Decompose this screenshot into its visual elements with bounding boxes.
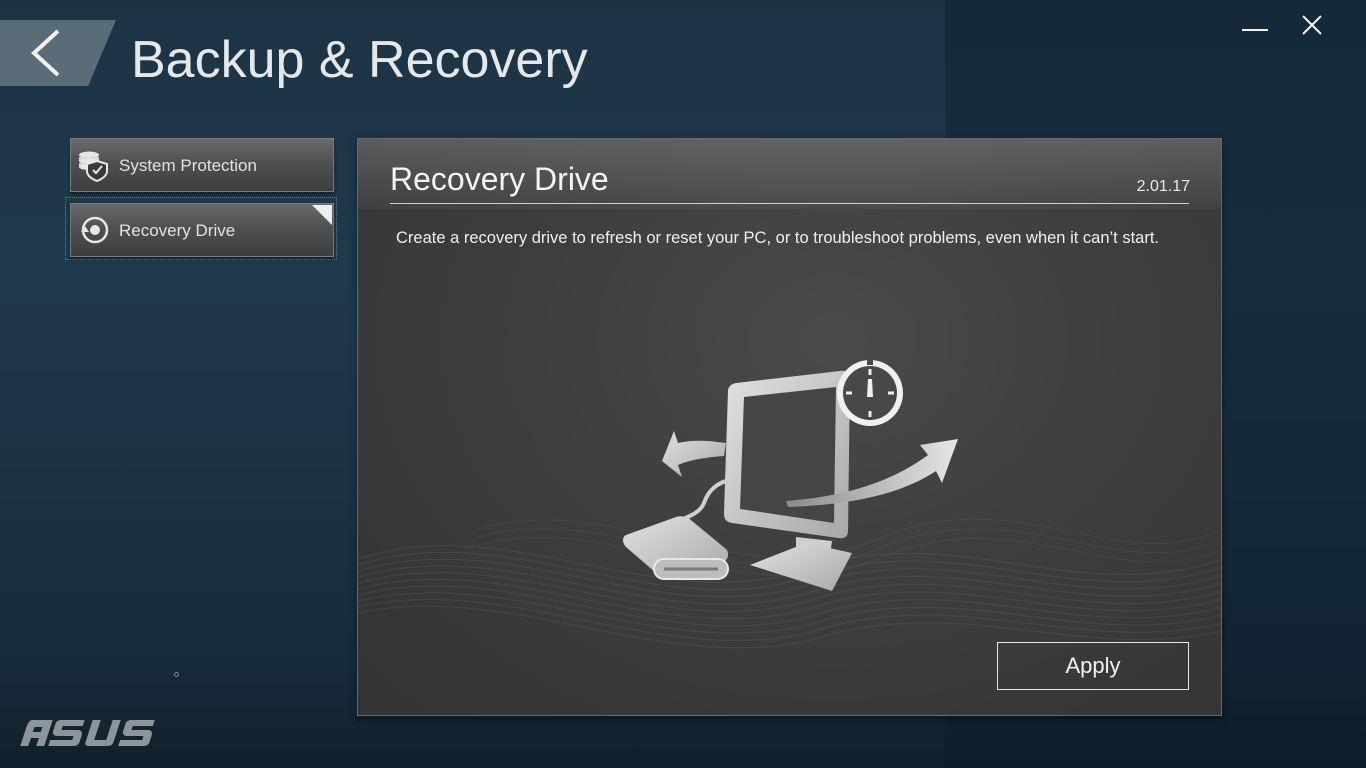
selected-indicator (312, 205, 332, 225)
app-window: Backup & Recovery System Protection Reco… (0, 0, 1366, 768)
panel-description: Create a recovery drive to refresh or re… (396, 229, 1160, 247)
sidebar-item-label: System Protection (119, 156, 257, 175)
page-title: Backup & Recovery (131, 31, 588, 89)
close-button[interactable] (1294, 8, 1330, 42)
asus-logo (20, 720, 155, 746)
sidebar-item-recovery-drive[interactable]: Recovery Drive (70, 203, 334, 257)
minimize-icon (1242, 29, 1268, 31)
recovery-drive-illustration (623, 355, 958, 591)
sidebar-item-system-protection[interactable]: System Protection (70, 138, 334, 192)
version-label: 2.01.17 (1136, 178, 1190, 195)
sidebar-item-label: Recovery Drive (119, 221, 236, 240)
panel-title: Recovery Drive (390, 161, 609, 197)
minimize-button[interactable] (1237, 8, 1273, 42)
back-arrow-icon (31, 29, 60, 77)
apply-button[interactable]: Apply (997, 642, 1189, 690)
recovery-drive-panel: Recovery Drive 2.01.17 Create a recovery… (357, 138, 1222, 716)
close-icon (1302, 15, 1322, 35)
shield-database-icon (79, 151, 108, 182)
disc-restore-icon (81, 216, 109, 244)
title-divider (390, 203, 1189, 204)
focus-dot (174, 672, 179, 677)
back-button[interactable] (0, 20, 116, 86)
